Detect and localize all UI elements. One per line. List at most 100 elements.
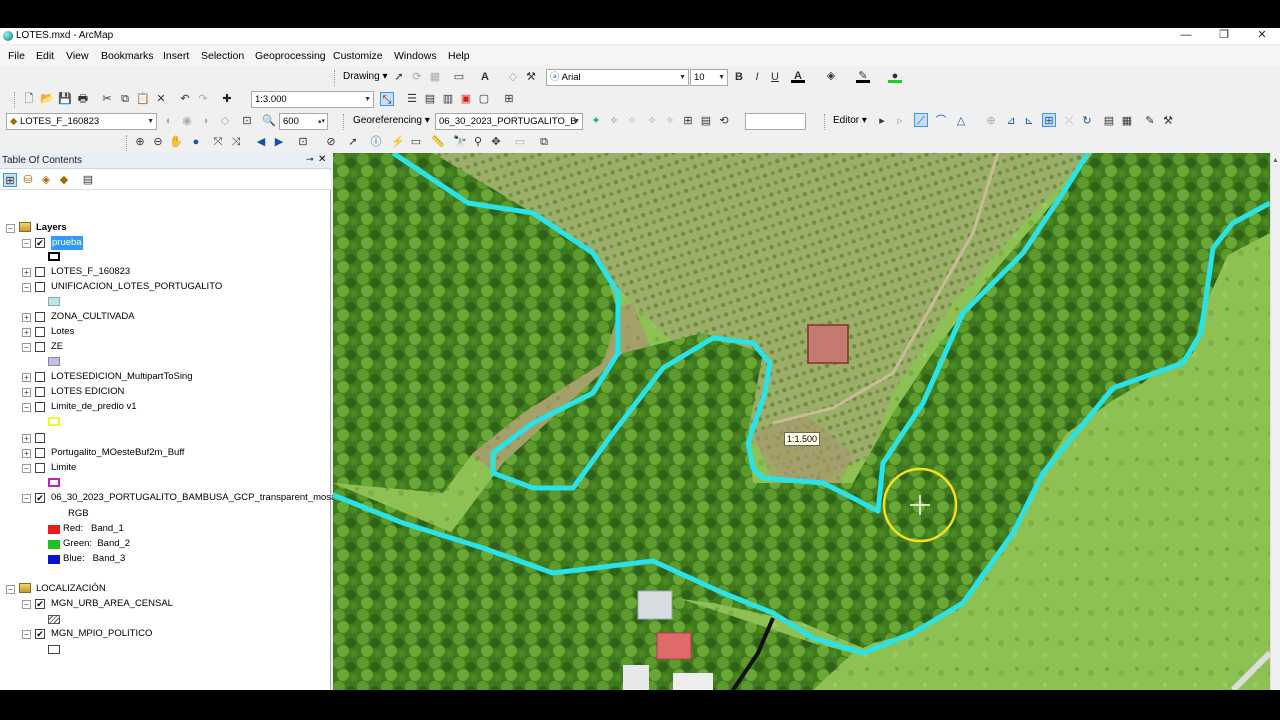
layer-visibility-checkbox[interactable] (35, 267, 45, 277)
collapse-icon[interactable]: − (22, 239, 31, 248)
font-color-icon[interactable]: A (791, 69, 805, 83)
toc-layer-label[interactable]: Limite_de_predio v1 (51, 400, 137, 414)
create-features-icon[interactable]: ✎ (1143, 114, 1157, 128)
zoom-whole-page-icon[interactable]: ▦ (428, 70, 442, 84)
transparency-icon[interactable]: ◇ (218, 114, 232, 128)
catalog-icon[interactable]: ▤ (423, 92, 437, 106)
find-icon[interactable]: 🔭 (453, 135, 467, 149)
menu-edit[interactable]: Edit (36, 50, 54, 62)
underline-button[interactable]: U (768, 70, 782, 84)
collapse-icon[interactable]: − (22, 494, 31, 503)
layer-visibility-checkbox[interactable] (35, 342, 45, 352)
split-icon[interactable]: ⤫ (1062, 114, 1076, 128)
italic-button[interactable]: I (750, 70, 764, 84)
search-window-icon[interactable]: ▥ (441, 92, 455, 106)
menu-file[interactable]: File (8, 50, 25, 62)
paste-icon[interactable]: 📋 (136, 92, 150, 106)
sketch-properties-icon[interactable]: ▦ (1120, 114, 1134, 128)
restore-button[interactable]: ❐ (1204, 28, 1244, 44)
add-control-points-icon[interactable]: ✧ (645, 114, 659, 128)
layer-visibility-checkbox[interactable] (35, 372, 45, 382)
shift-raster-icon[interactable]: ✧ (607, 114, 621, 128)
collapse-icon[interactable]: − (22, 600, 31, 609)
map-vertical-scrollbar[interactable]: ▲ (1270, 153, 1280, 690)
flicker-icon[interactable]: ◉ (180, 114, 194, 128)
html-popup-icon[interactable]: ▭ (409, 135, 423, 149)
edit-vertices-icon[interactable]: ◇ (506, 70, 520, 84)
map-scale-dropdown[interactable]: 1:3.000 ▼ (251, 91, 374, 108)
forward-icon[interactable]: ▶ (272, 135, 286, 149)
menu-insert[interactable]: Insert (163, 50, 189, 62)
map-view[interactable] (333, 153, 1270, 690)
localizacion-group-label[interactable]: LOCALIZACIÓN (36, 582, 106, 596)
transform-icon[interactable]: ⟲ (717, 114, 731, 128)
attributes-icon[interactable]: ▤ (1102, 114, 1116, 128)
pin-icon[interactable]: ⊸ (306, 154, 314, 165)
georeferencing-menu[interactable]: Georeferencing ▾ (353, 115, 430, 126)
snapping-icon[interactable]: ⊕ (984, 114, 998, 128)
line-color-icon[interactable]: ✎ (856, 69, 870, 83)
expand-icon[interactable]: + (22, 328, 31, 337)
menu-customize[interactable]: Customize (333, 50, 383, 62)
cut-icon[interactable]: ✂ (100, 92, 114, 106)
view-link-table-icon[interactable]: ⊞ (681, 114, 695, 128)
toc-layer-label[interactable]: Limite (51, 461, 76, 475)
menu-geoprocessing[interactable]: Geoprocessing (255, 50, 326, 62)
straight-segment-icon[interactable]: ⟋ (914, 113, 928, 127)
fixed-zoom-out-icon[interactable]: ⤨ (229, 135, 243, 149)
auto-registration-icon[interactable]: ✧ (663, 114, 677, 128)
layer-visibility-checkbox[interactable] (35, 448, 45, 458)
close-button[interactable]: ✕ (1242, 28, 1280, 44)
toc-layer-label[interactable]: LOTES_F_160823 (51, 265, 130, 279)
reshape-icon[interactable]: ⊾ (1022, 114, 1036, 128)
contrast-icon[interactable]: ◑ (198, 114, 212, 128)
rectangle-icon[interactable]: ▭ (452, 70, 466, 84)
layer-visibility-checkbox[interactable]: ✔ (35, 493, 45, 503)
select-features-icon[interactable]: ⊡ (296, 135, 310, 149)
python-window-icon[interactable]: ▢ (477, 92, 491, 106)
expand-icon[interactable]: + (22, 268, 31, 277)
table-of-contents-icon[interactable]: ☰ (405, 92, 419, 106)
georef-layer-dropdown[interactable]: 06_30_2023_PORTUGALITO_B ▼ (435, 113, 583, 130)
undo-icon[interactable]: ↶ (178, 92, 192, 106)
collapse-icon[interactable]: − (22, 630, 31, 639)
new-document-icon[interactable]: 🗋 (22, 92, 36, 106)
layer-mgn-mpio-politico[interactable]: MGN_MPIO_POLITICO (51, 627, 152, 641)
layer-mgn-urb-area-censal[interactable]: MGN_URB_AREA_CENSAL (51, 597, 173, 611)
expand-icon[interactable]: + (22, 373, 31, 382)
print-icon[interactable]: 🖶 (76, 92, 90, 106)
layer-visibility-checkbox[interactable]: ✔ (35, 599, 45, 609)
hammer-icon[interactable]: ⚒ (524, 70, 538, 84)
drawing-menu[interactable]: Drawing ▾ (343, 71, 388, 82)
toc-layer-label[interactable]: LOTES EDICION (51, 385, 124, 399)
options-icon[interactable]: ▤ (81, 173, 95, 187)
zoom-out-icon[interactable]: ⊖ (151, 135, 165, 149)
edit-annotation-icon[interactable]: ▹ (893, 114, 907, 128)
georef-input[interactable] (745, 113, 806, 130)
effects-icon[interactable]: ⊡ (240, 114, 254, 128)
toc-layer-label[interactable]: Lotes (51, 325, 74, 339)
fill-color-icon[interactable]: ◈ (824, 69, 838, 83)
collapse-icon[interactable]: − (22, 283, 31, 292)
hyperlink-icon[interactable]: ⚡ (391, 135, 405, 149)
find-route-icon[interactable]: ⚲ (471, 135, 485, 149)
toc-layer-label[interactable]: ZONA_CULTIVADA (51, 310, 135, 324)
construction-tools-icon[interactable]: △ (954, 114, 968, 128)
copy-icon[interactable]: ⧉ (118, 92, 132, 106)
collapse-icon[interactable]: − (6, 585, 15, 594)
swipe-icon[interactable]: ◐ (162, 114, 176, 128)
select-elements-icon[interactable]: ➚ (392, 70, 406, 84)
list-by-drawing-order-icon[interactable]: ⊞ (3, 173, 17, 187)
layer-select-dropdown[interactable]: ◆ LOTES_F_160823 ▼ (6, 113, 157, 130)
toc-close-icon[interactable]: ✕ (318, 154, 326, 165)
measure-icon[interactable]: 📏 (431, 135, 445, 149)
collapse-icon[interactable]: − (22, 343, 31, 352)
orthophoto-map[interactable] (333, 153, 1270, 690)
add-data-icon[interactable]: ✚ (220, 92, 234, 106)
edit-tool-icon[interactable]: ▸ (875, 114, 889, 128)
arctoolbox-icon[interactable]: ▣ (459, 92, 473, 106)
edit-vertices-icon[interactable]: ⊿ (1004, 114, 1018, 128)
full-extent-icon[interactable]: ● (189, 135, 203, 149)
zoom-in-icon[interactable]: ⊕ (133, 135, 147, 149)
collapse-icon[interactable]: − (22, 464, 31, 473)
